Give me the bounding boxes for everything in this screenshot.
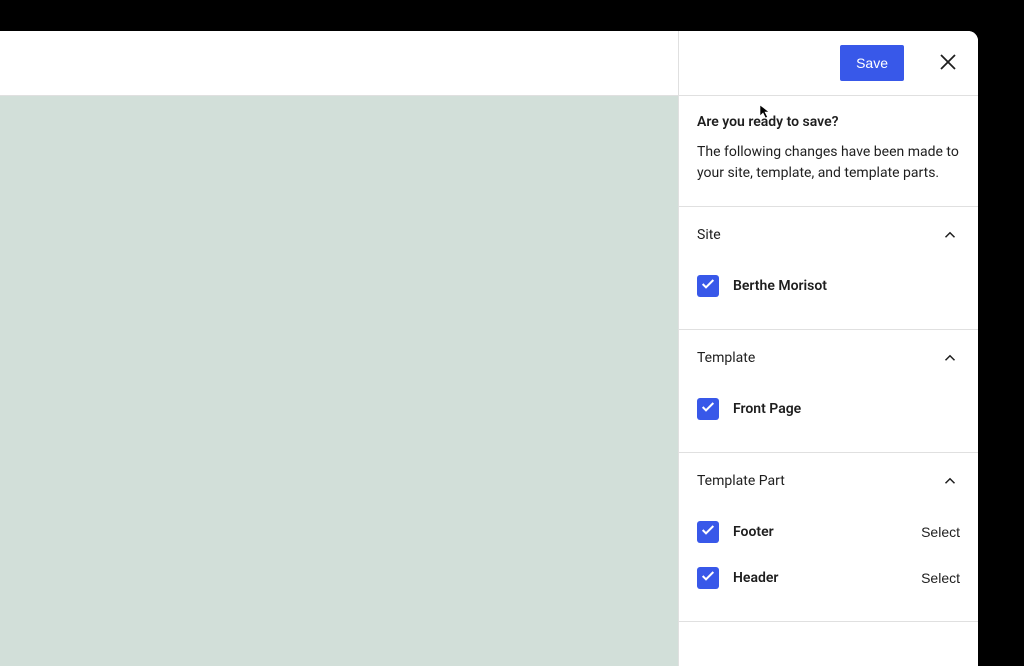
check-icon bbox=[700, 276, 716, 296]
item-label: Berthe Morisot bbox=[733, 278, 960, 294]
section-header-site[interactable]: Site bbox=[679, 207, 978, 263]
close-icon bbox=[936, 50, 960, 77]
check-icon bbox=[700, 568, 716, 588]
section-site: Site Berthe Morisot bbox=[679, 207, 978, 330]
list-item: Footer Select bbox=[697, 509, 960, 555]
select-button[interactable]: Select bbox=[921, 524, 960, 540]
section-template: Template Front Page bbox=[679, 330, 978, 453]
list-item: Front Page bbox=[697, 386, 960, 432]
section-header-template-part[interactable]: Template Part bbox=[679, 453, 978, 509]
checkbox[interactable] bbox=[697, 567, 719, 589]
panel-intro: Are you ready to save? The following cha… bbox=[679, 96, 978, 207]
close-button[interactable] bbox=[932, 46, 964, 81]
panel-header: Save bbox=[679, 31, 978, 96]
check-icon bbox=[700, 399, 716, 419]
checkbox[interactable] bbox=[697, 275, 719, 297]
section-items: Berthe Morisot bbox=[679, 263, 978, 329]
select-button[interactable]: Select bbox=[921, 570, 960, 586]
item-label: Footer bbox=[733, 524, 907, 540]
section-title: Template Part bbox=[697, 473, 785, 489]
item-label: Front Page bbox=[733, 401, 960, 417]
list-item: Berthe Morisot bbox=[697, 263, 960, 309]
item-label: Header bbox=[733, 570, 907, 586]
panel-title: Are you ready to save? bbox=[697, 114, 960, 130]
save-panel: Save Are you ready to save? The followin… bbox=[678, 31, 978, 666]
section-template-part: Template Part Foote bbox=[679, 453, 978, 622]
check-icon bbox=[700, 522, 716, 542]
checkbox[interactable] bbox=[697, 398, 719, 420]
chevron-up-icon bbox=[940, 348, 960, 368]
section-items: Front Page bbox=[679, 386, 978, 452]
section-header-template[interactable]: Template bbox=[679, 330, 978, 386]
chevron-up-icon bbox=[940, 471, 960, 491]
app-frame: Preview Save Are you ready to save? The … bbox=[0, 31, 978, 666]
save-button[interactable]: Save bbox=[840, 45, 904, 81]
section-title: Template bbox=[697, 350, 755, 366]
chevron-up-icon bbox=[940, 225, 960, 245]
section-title: Site bbox=[697, 227, 721, 243]
list-item: Header Select bbox=[697, 555, 960, 601]
section-items: Footer Select Header Select bbox=[679, 509, 978, 621]
checkbox[interactable] bbox=[697, 521, 719, 543]
panel-description: The following changes have been made to … bbox=[697, 142, 960, 184]
